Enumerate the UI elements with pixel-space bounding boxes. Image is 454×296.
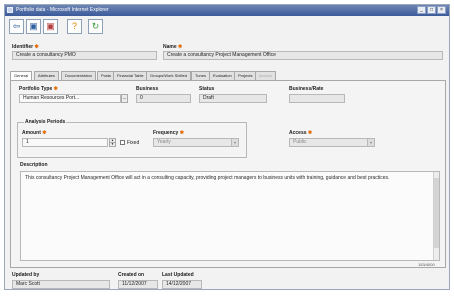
fixed-label: Fixed (127, 140, 140, 146)
refresh-icon: ↻ (91, 21, 100, 31)
created-on-field: 11/12/2007 (118, 280, 158, 289)
scrollbar-thumb[interactable] (434, 178, 439, 248)
description-label: Description (20, 162, 48, 168)
frequency-label: Frequency ✱ (153, 130, 184, 136)
window-title: Portfolio data - Microsoft Internet Expl… (16, 7, 109, 13)
tab-evaluation[interactable]: Evaluation (209, 71, 236, 80)
character-counter: 153/4000 (418, 262, 435, 267)
application-window: Portfolio data - Microsoft Internet Expl… (4, 4, 450, 290)
business-label: Business (136, 86, 159, 92)
last-updated-label: Last Updated (162, 272, 194, 278)
analysis-periods-title: Analysis Periods (24, 119, 67, 125)
refresh-button[interactable]: ↻ (88, 19, 103, 34)
portfolio-type-label: Portfolio Type ✱ (19, 86, 58, 92)
help-icon: ? (71, 21, 77, 31)
identifier-label: Identifier ✱ (12, 44, 39, 50)
description-scrollbar[interactable] (433, 172, 439, 260)
browser-icon (7, 7, 13, 13)
updated-by-label: Updated by (12, 272, 40, 278)
save-close-icon: ▣ (46, 21, 55, 31)
frequency-dropdown[interactable]: Yearly ▾ (153, 138, 239, 147)
tab-documentation[interactable]: Documentation (61, 71, 96, 80)
minimize-button[interactable]: _ (417, 6, 426, 14)
description-textarea[interactable]: This consultancy Project Management Offi… (20, 171, 440, 261)
amount-field[interactable]: 1 (22, 138, 108, 147)
tab-projects[interactable]: Projects (234, 71, 257, 80)
tab-attributes[interactable]: Attributes (34, 71, 59, 80)
amount-label: Amount ✱ (22, 130, 47, 136)
created-on-label: Created on (118, 272, 145, 278)
toolbar: ⇦ ▣ ▣ ? ↻ (5, 17, 449, 39)
access-label: Access ✱ (289, 130, 313, 136)
tab-access: Access (255, 71, 276, 80)
access-value: Public (293, 139, 307, 145)
portfolio-type-field[interactable]: Human Resources Port... (19, 94, 121, 103)
save-and-close-button[interactable]: ▣ (43, 19, 58, 34)
business-rate-field[interactable] (289, 94, 345, 103)
tab-groups-work-shifted[interactable]: Groups/Work Shifted (146, 71, 192, 80)
updated-by-field: Marc Scott (12, 280, 110, 289)
back-button[interactable]: ⇦ (9, 19, 24, 34)
tab-financial-table[interactable]: Financial Table (113, 71, 148, 80)
tab-tunes[interactable]: Tunes (191, 71, 210, 80)
help-button[interactable]: ? (67, 19, 82, 34)
name-label: Name ✱ (163, 44, 183, 50)
name-field[interactable]: Create a consultancy Project Management … (163, 51, 443, 60)
fixed-checkbox[interactable] (120, 140, 125, 145)
close-button[interactable]: × (437, 6, 446, 14)
status-label: Status (199, 86, 215, 92)
business-rate-label: Business/Rate (289, 86, 324, 92)
frequency-value: Yearly (157, 139, 171, 145)
save-button[interactable]: ▣ (26, 19, 41, 34)
chevron-down-icon: ▾ (367, 139, 374, 146)
status-field: Draft (199, 94, 267, 103)
back-icon: ⇦ (12, 21, 21, 31)
access-dropdown[interactable]: Public ▾ (289, 138, 375, 147)
description-text: This consultancy Project Management Offi… (25, 175, 390, 181)
save-icon: ▣ (29, 21, 38, 31)
last-updated-field: 14/12/2007 (162, 280, 202, 289)
title-bar[interactable]: Portfolio data - Microsoft Internet Expl… (5, 5, 449, 16)
maximize-button[interactable]: □ (427, 6, 436, 14)
identifier-field[interactable]: Create a consultancy PMO (12, 51, 157, 60)
amount-decrement-button[interactable]: ▼ (109, 142, 116, 147)
chevron-down-icon: ▾ (231, 139, 238, 146)
portfolio-type-picker-button[interactable]: ... (121, 94, 128, 103)
business-field[interactable]: 0 (136, 94, 191, 103)
arrow-down-icon: ▼ (111, 142, 114, 146)
